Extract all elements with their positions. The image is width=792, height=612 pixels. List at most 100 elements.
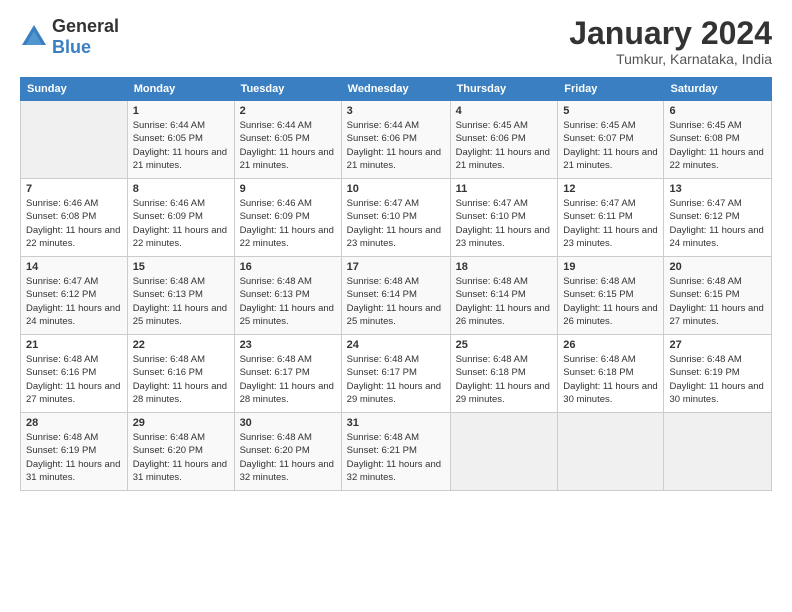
day-info: Sunrise: 6:48 AM Sunset: 6:17 PM Dayligh… [347,353,445,406]
calendar-week-1: 7 Sunrise: 6:46 AM Sunset: 6:08 PM Daylig… [21,179,772,257]
day-number: 23 [240,339,336,351]
day-number: 15 [133,261,229,273]
day-info: Sunrise: 6:47 AM Sunset: 6:10 PM Dayligh… [456,197,553,250]
calendar-cell: 1 Sunrise: 6:44 AM Sunset: 6:05 PM Daylig… [127,101,234,179]
logo-text-blue: Blue [52,37,91,57]
day-number: 1 [133,105,229,117]
calendar-cell: 4Sunrise: 6:45 AM Sunset: 6:06 PM Daylig… [450,101,558,179]
header-saturday: Saturday [664,78,772,101]
day-number: 30 [240,417,336,429]
title-area: January 2024 Tumkur, Karnataka, India [569,16,772,67]
day-number: 22 [133,339,229,351]
day-info: Sunrise: 6:45 AM Sunset: 6:07 PM Dayligh… [563,119,658,172]
day-info: Sunrise: 6:48 AM Sunset: 6:13 PM Dayligh… [240,275,336,328]
day-info: Sunrise: 6:48 AM Sunset: 6:18 PM Dayligh… [563,353,658,406]
calendar-cell: 13 Sunrise: 6:47 AM Sunset: 6:12 PM Dayli… [664,179,772,257]
calendar-cell: 7 Sunrise: 6:46 AM Sunset: 6:08 PM Daylig… [21,179,128,257]
header-thursday: Thursday [450,78,558,101]
day-number: 21 [26,339,122,351]
subtitle: Tumkur, Karnataka, India [569,51,772,67]
day-number: 2 [240,105,336,117]
day-info: Sunrise: 6:48 AM Sunset: 6:16 PM Dayligh… [26,353,122,406]
logo-icon [20,23,48,51]
calendar-cell [664,413,772,491]
day-number: 10 [347,183,445,195]
logo: General Blue [20,16,119,58]
calendar-cell: 19Sunrise: 6:48 AM Sunset: 6:15 PM Dayli… [558,257,664,335]
calendar-cell: 2 Sunrise: 6:44 AM Sunset: 6:05 PM Daylig… [234,101,341,179]
day-info: Sunrise: 6:44 AM Sunset: 6:06 PM Dayligh… [347,119,445,172]
calendar-cell: 5 Sunrise: 6:45 AM Sunset: 6:07 PM Daylig… [558,101,664,179]
calendar-cell: 14 Sunrise: 6:47 AM Sunset: 6:12 PM Dayli… [21,257,128,335]
calendar-cell: 17Sunrise: 6:48 AM Sunset: 6:14 PM Dayli… [341,257,450,335]
day-number: 24 [347,339,445,351]
day-info: Sunrise: 6:44 AM Sunset: 6:05 PM Dayligh… [133,119,229,172]
calendar-cell: 20 Sunrise: 6:48 AM Sunset: 6:15 PM Dayli… [664,257,772,335]
day-info: Sunrise: 6:45 AM Sunset: 6:08 PM Dayligh… [669,119,766,172]
calendar-cell [21,101,128,179]
day-info: Sunrise: 6:47 AM Sunset: 6:10 PM Dayligh… [347,197,445,250]
day-info: Sunrise: 6:48 AM Sunset: 6:20 PM Dayligh… [133,431,229,484]
day-info: Sunrise: 6:46 AM Sunset: 6:08 PM Dayligh… [26,197,122,250]
calendar-cell: 25 Sunrise: 6:48 AM Sunset: 6:18 PM Dayli… [450,335,558,413]
day-number: 7 [26,183,122,195]
day-number: 20 [669,261,766,273]
day-info: Sunrise: 6:48 AM Sunset: 6:18 PM Dayligh… [456,353,553,406]
calendar-cell: 21 Sunrise: 6:48 AM Sunset: 6:16 PM Dayli… [21,335,128,413]
day-number: 18 [456,261,553,273]
calendar-table: Sunday Monday Tuesday Wednesday Thursday… [20,77,772,491]
calendar-cell [558,413,664,491]
day-number: 6 [669,105,766,117]
logo-text-general: General [52,16,119,36]
calendar-cell: 28 Sunrise: 6:48 AM Sunset: 6:19 PM Dayli… [21,413,128,491]
day-info: Sunrise: 6:48 AM Sunset: 6:19 PM Dayligh… [669,353,766,406]
day-number: 27 [669,339,766,351]
calendar-cell: 16 Sunrise: 6:48 AM Sunset: 6:13 PM Dayli… [234,257,341,335]
calendar-week-4: 28 Sunrise: 6:48 AM Sunset: 6:19 PM Dayli… [21,413,772,491]
day-info: Sunrise: 6:48 AM Sunset: 6:15 PM Dayligh… [563,275,658,328]
calendar-cell [450,413,558,491]
calendar-cell: 24 Sunrise: 6:48 AM Sunset: 6:17 PM Dayli… [341,335,450,413]
day-number: 13 [669,183,766,195]
day-info: Sunrise: 6:44 AM Sunset: 6:05 PM Dayligh… [240,119,336,172]
day-info: Sunrise: 6:48 AM Sunset: 6:21 PM Dayligh… [347,431,445,484]
day-number: 31 [347,417,445,429]
calendar-cell: 23 Sunrise: 6:48 AM Sunset: 6:17 PM Dayli… [234,335,341,413]
day-info: Sunrise: 6:46 AM Sunset: 6:09 PM Dayligh… [133,197,229,250]
header-tuesday: Tuesday [234,78,341,101]
calendar-cell: 29Sunrise: 6:48 AM Sunset: 6:20 PM Dayli… [127,413,234,491]
header-row: Sunday Monday Tuesday Wednesday Thursday… [21,78,772,101]
day-number: 5 [563,105,658,117]
day-number: 14 [26,261,122,273]
day-info: Sunrise: 6:47 AM Sunset: 6:12 PM Dayligh… [669,197,766,250]
calendar-cell: 15 Sunrise: 6:48 AM Sunset: 6:13 PM Dayli… [127,257,234,335]
calendar-week-0: 1 Sunrise: 6:44 AM Sunset: 6:05 PM Daylig… [21,101,772,179]
day-info: Sunrise: 6:47 AM Sunset: 6:12 PM Dayligh… [26,275,122,328]
day-info: Sunrise: 6:47 AM Sunset: 6:11 PM Dayligh… [563,197,658,250]
calendar-cell: 31 Sunrise: 6:48 AM Sunset: 6:21 PM Dayli… [341,413,450,491]
calendar-cell: 6 Sunrise: 6:45 AM Sunset: 6:08 PM Daylig… [664,101,772,179]
day-info: Sunrise: 6:48 AM Sunset: 6:15 PM Dayligh… [669,275,766,328]
calendar-cell: 11Sunrise: 6:47 AM Sunset: 6:10 PM Dayli… [450,179,558,257]
calendar-cell: 10 Sunrise: 6:47 AM Sunset: 6:10 PM Dayli… [341,179,450,257]
day-number: 9 [240,183,336,195]
day-number: 28 [26,417,122,429]
day-info: Sunrise: 6:48 AM Sunset: 6:20 PM Dayligh… [240,431,336,484]
day-number: 16 [240,261,336,273]
calendar-cell: 27 Sunrise: 6:48 AM Sunset: 6:19 PM Dayli… [664,335,772,413]
header-area: General Blue January 2024 Tumkur, Karnat… [20,16,772,67]
header-wednesday: Wednesday [341,78,450,101]
day-info: Sunrise: 6:48 AM Sunset: 6:19 PM Dayligh… [26,431,122,484]
day-info: Sunrise: 6:48 AM Sunset: 6:14 PM Dayligh… [456,275,553,328]
day-info: Sunrise: 6:48 AM Sunset: 6:13 PM Dayligh… [133,275,229,328]
day-info: Sunrise: 6:48 AM Sunset: 6:16 PM Dayligh… [133,353,229,406]
header-sunday: Sunday [21,78,128,101]
day-number: 4 [456,105,553,117]
day-number: 3 [347,105,445,117]
day-info: Sunrise: 6:48 AM Sunset: 6:17 PM Dayligh… [240,353,336,406]
day-number: 25 [456,339,553,351]
calendar-cell: 18 Sunrise: 6:48 AM Sunset: 6:14 PM Dayli… [450,257,558,335]
calendar-cell: 3 Sunrise: 6:44 AM Sunset: 6:06 PM Daylig… [341,101,450,179]
calendar-cell: 26Sunrise: 6:48 AM Sunset: 6:18 PM Dayli… [558,335,664,413]
day-info: Sunrise: 6:46 AM Sunset: 6:09 PM Dayligh… [240,197,336,250]
